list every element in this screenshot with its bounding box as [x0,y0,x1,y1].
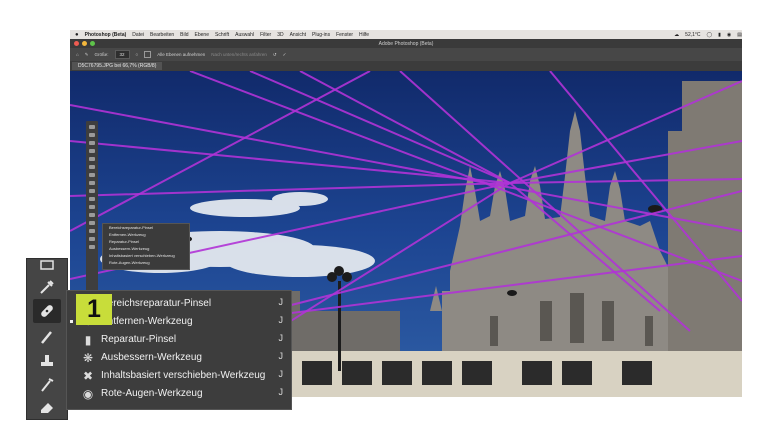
control-center-icon[interactable]: ▤ [737,32,742,38]
menu-auswahl[interactable]: Auswahl [235,32,254,38]
undo-icon[interactable]: ↺ [273,52,277,58]
wifi-icon[interactable]: ◉ [727,32,731,38]
mac-menubar: ● Photoshop (Beta) Datei Bearbeiten Bild… [70,30,742,39]
home-icon[interactable]: ⌂ [76,52,79,57]
brush-tool-icon [41,331,52,344]
eyedropper-tool-icon [40,280,54,294]
flyout-small-item[interactable]: Reparatur-Pinsel [103,238,189,245]
history-brush-button[interactable] [33,373,61,397]
move-tool-icon[interactable] [89,125,95,129]
size-label: Größe: [94,52,109,57]
tool-preset-icon[interactable]: ✎ [85,52,89,58]
pen-tool-icon[interactable] [89,245,95,249]
battery-icon[interactable]: ▮ [718,32,721,38]
menu-ansicht[interactable]: Ansicht [290,32,306,38]
menu-filter[interactable]: Filter [260,32,271,38]
patch-tool-icon: ❋ [82,351,94,365]
confirm-icon[interactable]: ✓ [283,52,287,58]
shield-icon[interactable]: ◯ [707,32,713,38]
document-tabbar: D5C76795.JPG bei 66,7% (RGB/8) [70,61,742,71]
flyout-small-item[interactable]: Entfernen-Werkzeug [103,231,189,238]
spot-healing-icon [41,305,53,317]
content-aware-move-icon: ✖ [82,369,94,383]
crop-tool-icon[interactable] [89,157,95,161]
flyout-item-shortcut: J [278,315,284,325]
flyout-item-shortcut: J [278,387,284,397]
stamp-tool-icon[interactable] [89,197,95,201]
stamp-tool-button[interactable] [33,349,61,373]
all-layers-label: Alle Ebenen aufnehmen [157,52,206,57]
brush-tool-button[interactable] [33,325,61,349]
flyout-item-label: Reparatur-Pinsel [101,334,177,345]
frame-tool-button[interactable] [33,253,61,277]
cloud-icon[interactable]: ☁ [674,32,679,38]
temperature-readout: 52,1°C [685,31,701,38]
flyout-item-healing-brush[interactable]: ▮ Reparatur-Pinsel J [67,331,291,349]
frame-tool-icon [40,260,54,270]
stamp-tool-icon [41,355,53,366]
eraser-tool-icon[interactable] [89,213,95,217]
eraser-tool-button[interactable] [33,395,61,419]
window-title: Adobe Photoshop (Beta) [378,41,434,47]
healing-tool-button[interactable] [33,299,61,323]
menu-bild[interactable]: Bild [180,32,188,38]
blur-tool-icon[interactable] [89,229,95,233]
dodge-tool-icon[interactable] [89,237,95,241]
select-tool-icon[interactable] [89,149,95,153]
lasso-tool-icon[interactable] [89,141,95,145]
menu-plugins[interactable]: Plug-ins [312,32,330,38]
flyout-item-patch-tool[interactable]: ❋ Ausbessern-Werkzeug J [67,349,291,367]
red-eye-icon: ◉ [82,387,94,401]
options-hint: Nach unten/rechts anfahren [211,52,267,57]
menu-3d[interactable]: 3D [277,32,283,38]
menu-bearbeiten[interactable]: Bearbeiten [150,32,174,38]
eraser-tool-icon [41,403,53,413]
document-tab[interactable]: D5C76795.JPG bei 66,7% (RGB/8) [72,62,163,70]
all-layers-checkbox[interactable] [144,51,152,58]
selected-indicator [70,320,73,323]
marquee-tool-icon[interactable] [89,133,95,137]
flyout-item-label: Rote-Augen-Werkzeug [101,388,203,399]
toolbar-zoomed [26,258,68,420]
tram [290,351,742,397]
healing-tool-icon[interactable] [89,181,95,185]
history-brush-icon[interactable] [89,205,95,209]
flyout-item-shortcut: J [278,333,284,343]
flyout-item-shortcut: J [278,351,284,361]
eyedropper-tool-icon[interactable] [89,173,95,177]
zoomed-tool-panel: ✚ Bereichsreparatur-Pinsel J ✦ Entfernen… [26,258,292,420]
frame-tool-icon[interactable] [89,165,95,169]
menu-hilfe[interactable]: Hilfe [359,32,369,38]
gradient-tool-icon[interactable] [89,221,95,225]
menu-schrift[interactable]: Schrift [215,32,229,38]
window-titlebar: Adobe Photoshop (Beta) [70,39,742,48]
flyout-item-shortcut: J [278,297,284,307]
flyout-item-label: Bereichsreparatur-Pinsel [101,298,212,309]
menu-ebene[interactable]: Ebene [195,32,209,38]
menu-datei[interactable]: Datei [132,32,144,38]
step-number-badge: 1 [76,294,112,325]
flyout-item-content-aware-move[interactable]: ✖ Inhaltsbasiert verschieben-Werkzeug J [67,367,291,385]
healing-brush-icon: ▮ [84,333,92,347]
apple-menu-icon[interactable]: ● [75,32,79,38]
options-bar: ⌂ ✎ Größe: 32 ○ Alle Ebenen aufnehmen Na… [70,48,742,61]
eyedropper-tool-button[interactable] [33,275,61,299]
flyout-small-item[interactable]: Ausbessern-Werkzeug [103,245,189,252]
menubar-status-area: ☁ 52,1°C ◯ ▮ ◉ ▤ [668,32,742,38]
flyout-item-label: Inhaltsbasiert verschieben-Werkzeug [101,370,266,381]
flyout-item-red-eye[interactable]: ◉ Rote-Augen-Werkzeug J [67,385,291,403]
menu-app-name[interactable]: Photoshop (Beta) [85,32,127,38]
flyout-item-shortcut: J [278,369,284,379]
flyout-small-item[interactable]: Bereichsreparatur-Pinsel [103,224,189,231]
brush-tool-icon[interactable] [89,189,95,193]
history-brush-icon [41,378,54,392]
flyout-item-label: Entfernen-Werkzeug [101,316,193,327]
flyout-item-label: Ausbessern-Werkzeug [101,352,202,363]
menu-fenster[interactable]: Fenster [336,32,353,38]
brush-settings-icon[interactable]: ○ [136,52,139,57]
brush-size-field[interactable]: 32 [114,50,130,59]
